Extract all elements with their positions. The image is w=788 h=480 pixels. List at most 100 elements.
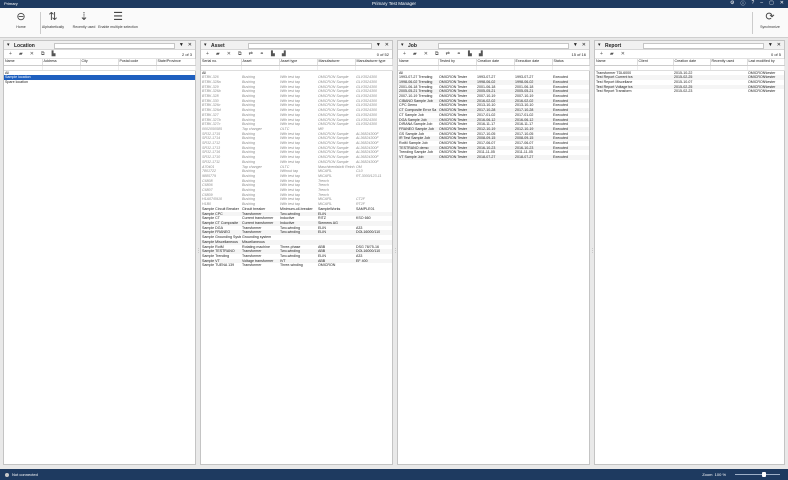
delete-icon[interactable]: ✕ bbox=[227, 51, 231, 57]
job-panel: ▾ Job ▼ ✕ + ▰ ✕ ⧉ ⇄ ⚭ ▙ ▟ 15 of 16 Name … bbox=[397, 40, 590, 465]
zoom-slider-handle[interactable] bbox=[762, 472, 767, 477]
link-icon[interactable]: ⚭ bbox=[457, 51, 461, 57]
close-button[interactable]: ✕ bbox=[780, 0, 784, 7]
export-icon[interactable]: ▟ bbox=[282, 51, 286, 57]
import-icon[interactable]: ▙ bbox=[271, 51, 275, 57]
home-icon: ⊖ bbox=[16, 11, 26, 23]
settings-icon[interactable]: ⚙ bbox=[730, 0, 734, 7]
filter-icon[interactable]: ▼ bbox=[573, 42, 578, 48]
add-icon[interactable]: + bbox=[9, 51, 12, 57]
import-icon[interactable]: ▙ bbox=[468, 51, 472, 57]
job-search-input[interactable] bbox=[438, 42, 569, 49]
close-panel-icon[interactable]: ✕ bbox=[385, 42, 389, 48]
filter-icon[interactable]: ▼ bbox=[179, 42, 184, 48]
panel-icons: ▼ ✕ bbox=[376, 42, 389, 48]
report-count: 0 of 5 bbox=[770, 52, 781, 57]
connection-indicator-icon bbox=[5, 472, 9, 477]
copy-icon[interactable]: ⧉ bbox=[41, 51, 45, 57]
location-count: 2 of 3 bbox=[181, 52, 192, 57]
table-row[interactable]: Test Report Miscellane 2015-10-07 OMICRON\… bbox=[595, 80, 784, 85]
delete-icon[interactable]: ✕ bbox=[30, 51, 34, 57]
table-row[interactable]: Spare location bbox=[4, 80, 195, 85]
table-row[interactable]: FRANEO Sample Job OMICRON Tester 2012-10-1… bbox=[398, 126, 589, 132]
job-panel-title: Job bbox=[408, 42, 417, 49]
table-cell: Sample Miscellaneous bbox=[201, 239, 241, 245]
link-icon[interactable]: ⚭ bbox=[260, 51, 264, 57]
enable-multiple-selection-button[interactable]: ☰ Enable multiple selection bbox=[96, 11, 140, 29]
synchronize-label: Synchronize bbox=[760, 25, 780, 29]
table-cell: FRANEO Sample Job bbox=[398, 126, 438, 132]
info-icon[interactable]: ⓘ bbox=[740, 0, 745, 7]
connection-status-text: Not connected bbox=[12, 472, 38, 477]
ribbon: ⊖ Home ⇅ Alphabetically ⇣ Recently used … bbox=[0, 8, 788, 38]
sort-az-icon: ⇅ bbox=[48, 11, 58, 23]
add-icon[interactable]: + bbox=[403, 51, 406, 57]
job-rows: All 1993-07-27 Trending OMICRON Tester 1993… bbox=[398, 70, 589, 160]
window-controls: ⚙ ⓘ ? – ▢ ✕ bbox=[730, 0, 784, 7]
zoom-slider[interactable] bbox=[735, 472, 780, 477]
asset-toolbar: + ▰ ✕ ⧉ ⇄ ⚭ ▙ ▟ 0 of 52 bbox=[201, 50, 392, 59]
copy-icon[interactable]: ⧉ bbox=[435, 51, 439, 57]
job-toolbar: + ▰ ✕ ⧉ ⇄ ⚭ ▙ ▟ 15 of 16 bbox=[398, 50, 589, 59]
connection-status: Not connected bbox=[5, 472, 38, 477]
table-row[interactable]: VT Sample Job OMICRON Tester 2018-07-27 201… bbox=[398, 155, 589, 160]
table-cell: Test Report Miscellane bbox=[596, 79, 633, 84]
zoom-value: 100 % bbox=[714, 472, 726, 477]
table-row[interactable]: Test Report Transform 2015-02-23 OMICRON\t… bbox=[595, 89, 784, 94]
location-toolbar: + ▰ ✕ ⧉ ▙ 2 of 3 bbox=[4, 50, 195, 59]
zoom-readout: Zoom 100 % bbox=[702, 472, 726, 477]
status-bar: Not connected Zoom 100 % bbox=[0, 469, 788, 480]
report-table: Name Client Creation date Recently used … bbox=[595, 59, 785, 94]
asset-search-input[interactable] bbox=[248, 42, 372, 49]
close-panel-icon[interactable]: ✕ bbox=[582, 42, 586, 48]
table-row[interactable]: 1998-06-02 Trending OMICRON Tester 1998-06… bbox=[398, 79, 589, 85]
panel-icons: ▼ ✕ bbox=[768, 42, 781, 48]
table-cell: OMICRON Tester bbox=[438, 155, 476, 160]
title-bar: Primary Primary Test Manager ⚙ ⓘ ? – ▢ ✕ bbox=[0, 0, 788, 8]
move-icon[interactable]: ⇄ bbox=[446, 51, 450, 57]
open-folder-icon[interactable]: ▰ bbox=[610, 51, 614, 57]
maximize-button[interactable]: ▢ bbox=[769, 0, 774, 7]
open-folder-icon[interactable]: ▰ bbox=[19, 51, 23, 57]
move-icon[interactable]: ⇄ bbox=[249, 51, 253, 57]
filter-icon[interactable]: ▼ bbox=[768, 42, 773, 48]
close-panel-icon[interactable]: ✕ bbox=[188, 42, 192, 48]
location-panel-title: Location bbox=[14, 42, 35, 49]
synchronize-button[interactable]: ⟳ Synchronize bbox=[752, 11, 788, 29]
filter-icon[interactable]: ▼ bbox=[376, 42, 381, 48]
panel-icons: ▼ ✕ bbox=[573, 42, 586, 48]
table-row[interactable]: Sample Circuit Breaker Circuit breaker Min… bbox=[201, 207, 392, 212]
export-icon[interactable]: ▟ bbox=[479, 51, 483, 57]
delete-icon[interactable]: ✕ bbox=[621, 51, 625, 57]
asset-panel-header: ▾ Asset ▼ ✕ bbox=[201, 41, 392, 50]
collapse-chevron-icon[interactable]: ▾ bbox=[401, 42, 404, 48]
toolbar-icons: + ▰ ✕ bbox=[600, 51, 625, 57]
asset-panel-title: Asset bbox=[211, 42, 225, 49]
collapse-chevron-icon[interactable]: ▾ bbox=[598, 42, 601, 48]
job-panel-header: ▾ Job ▼ ✕ bbox=[398, 41, 589, 50]
table-cell: Current transformer bbox=[241, 221, 279, 226]
table-cell: 2015-02-23 bbox=[674, 89, 693, 94]
delete-icon[interactable]: ✕ bbox=[424, 51, 428, 57]
table-cell: OMICRON\tester bbox=[748, 89, 776, 94]
minimize-button[interactable]: – bbox=[760, 0, 763, 7]
collapse-chevron-icon[interactable]: ▾ bbox=[204, 42, 207, 48]
copy-icon[interactable]: ⧉ bbox=[238, 51, 242, 57]
location-search-input[interactable] bbox=[54, 42, 175, 49]
open-folder-icon[interactable]: ▰ bbox=[413, 51, 417, 57]
add-icon[interactable]: + bbox=[600, 51, 603, 57]
report-panel-header: ▾ Report ▼ ✕ bbox=[595, 41, 784, 50]
sort-recent-icon: ⇣ bbox=[79, 11, 89, 23]
table-cell: Sample TUENA 139 bbox=[202, 263, 235, 268]
add-icon[interactable]: + bbox=[206, 51, 209, 57]
close-panel-icon[interactable]: ✕ bbox=[777, 42, 781, 48]
toolbar-icons: + ▰ ✕ ⧉ ▙ bbox=[9, 51, 55, 57]
collapse-chevron-icon[interactable]: ▾ bbox=[7, 42, 10, 48]
report-search-input[interactable] bbox=[643, 42, 764, 49]
open-folder-icon[interactable]: ▰ bbox=[216, 51, 220, 57]
report-toolbar: + ▰ ✕ 0 of 5 bbox=[595, 50, 784, 59]
sort-recently-used-label: Recently used bbox=[72, 25, 96, 29]
import-icon[interactable]: ▙ bbox=[52, 51, 56, 57]
table-row[interactable]: Sample TUENA 139 Transformer Three-winding… bbox=[201, 263, 392, 268]
help-icon[interactable]: ? bbox=[752, 0, 755, 7]
